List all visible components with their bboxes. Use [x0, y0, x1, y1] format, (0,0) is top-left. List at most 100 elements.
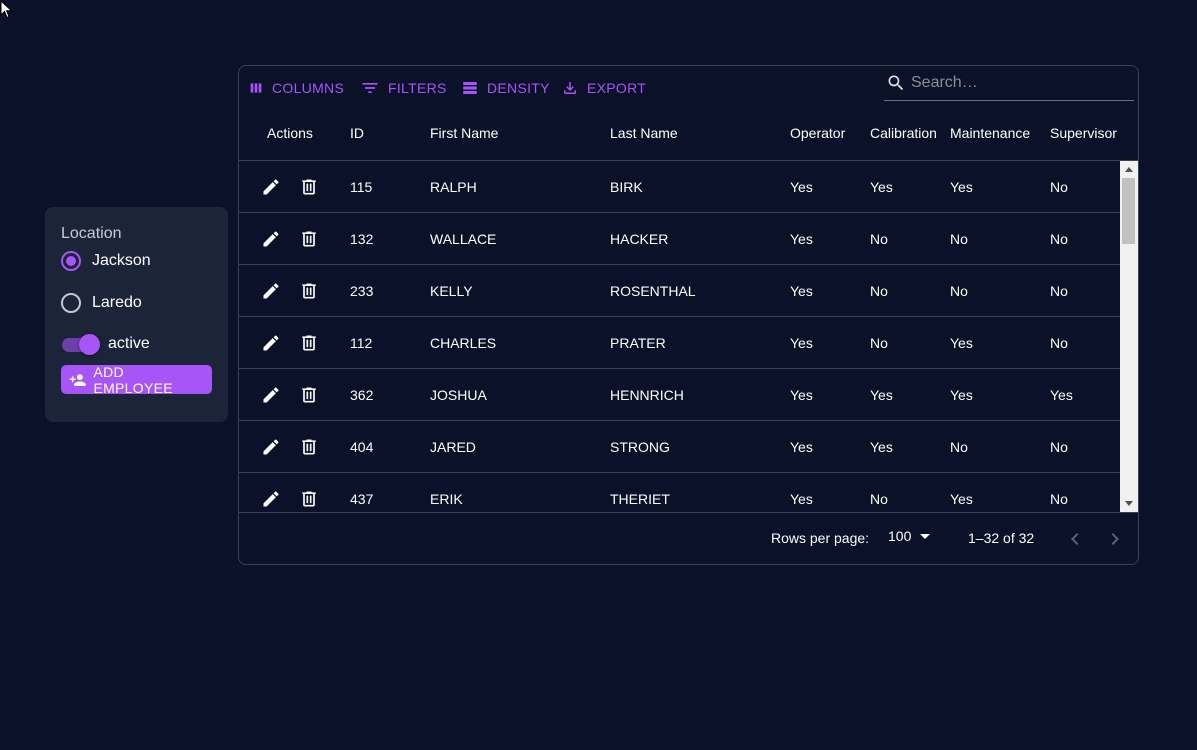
delete-icon[interactable]	[299, 333, 319, 353]
columns-icon	[250, 83, 262, 93]
edit-icon[interactable]	[261, 385, 281, 405]
cell-last-name: HACKER	[610, 231, 669, 247]
delete-icon[interactable]	[299, 385, 319, 405]
table-row[interactable]: 362 JOSHUA HENNRICH Yes Yes Yes Yes	[239, 369, 1120, 421]
edit-icon[interactable]	[261, 437, 281, 457]
table-row[interactable]: 404 JARED STRONG Yes Yes No No	[239, 421, 1120, 473]
search-field[interactable]	[884, 66, 1134, 101]
delete-icon[interactable]	[299, 229, 319, 249]
cell-maintenance: Yes	[950, 179, 973, 195]
grid-footer: Rows per page: 100 1–32 of 32	[239, 512, 1138, 564]
active-toggle-row: active	[61, 331, 212, 357]
location-radio-jackson[interactable]: Jackson	[61, 247, 212, 275]
scrollbar-thumb[interactable]	[1122, 178, 1135, 244]
cell-id: 115	[350, 179, 373, 195]
columns-button[interactable]: COLUMNS	[248, 77, 344, 99]
vertical-scrollbar[interactable]	[1120, 161, 1138, 512]
cell-operator: Yes	[790, 231, 813, 247]
toggle-thumb[interactable]	[79, 334, 100, 355]
employee-data-grid: COLUMNS FILTERS DENSITY EXPORT Search… A…	[238, 65, 1139, 565]
cell-calibration: No	[870, 283, 888, 299]
cell-last-name: BIRK	[610, 179, 643, 195]
cell-first-name: JARED	[430, 439, 476, 455]
add-employee-button[interactable]: ADD EMPLOYEE	[61, 363, 212, 396]
delete-icon[interactable]	[299, 489, 319, 509]
delete-icon[interactable]	[299, 281, 319, 301]
columns-label: COLUMNS	[272, 80, 345, 96]
cell-calibration: No	[870, 491, 888, 507]
cell-maintenance: No	[950, 439, 968, 455]
export-icon	[564, 82, 576, 94]
dropdown-caret-icon	[920, 533, 931, 539]
cell-calibration: Yes	[870, 387, 893, 403]
location-option-label: Laredo	[92, 294, 142, 311]
column-header-operator[interactable]: Operator	[790, 125, 845, 141]
radio-checked-icon[interactable]	[61, 251, 81, 271]
scroll-up-arrow-icon[interactable]	[1125, 167, 1133, 172]
filter-panel: Location Jackson Laredo active ADD EMPLO…	[45, 207, 228, 422]
cell-calibration: Yes	[870, 439, 893, 455]
export-label: EXPORT	[587, 80, 647, 96]
mouse-cursor-icon	[0, 0, 13, 19]
active-toggle[interactable]	[61, 334, 100, 355]
edit-icon[interactable]	[261, 229, 281, 249]
cell-id: 362	[350, 387, 374, 403]
column-header-first-name[interactable]: First Name	[430, 125, 498, 141]
rows-per-page-value: 100	[888, 528, 912, 544]
cell-maintenance: Yes	[950, 335, 973, 351]
cell-maintenance: Yes	[950, 491, 973, 507]
column-header-supervisor[interactable]: Supervisor	[1050, 125, 1117, 141]
cell-first-name: WALLACE	[430, 231, 497, 247]
delete-icon[interactable]	[299, 437, 319, 457]
search-input[interactable]	[911, 74, 1121, 92]
location-radio-laredo[interactable]: Laredo	[61, 289, 212, 317]
cell-id: 404	[350, 439, 374, 455]
table-row[interactable]: 233 KELLY ROSENTHAL Yes No No No	[239, 265, 1120, 317]
edit-icon[interactable]	[261, 177, 281, 197]
cell-operator: Yes	[790, 335, 813, 351]
cell-operator: Yes	[790, 439, 813, 455]
cell-operator: Yes	[790, 387, 813, 403]
column-header-id[interactable]: ID	[350, 125, 364, 141]
location-option-label: Jackson	[92, 252, 151, 269]
radio-unchecked-icon[interactable]	[61, 293, 81, 313]
cell-supervisor: No	[1050, 335, 1068, 351]
cell-last-name: STRONG	[610, 439, 670, 455]
cell-id: 132	[350, 231, 374, 247]
cell-first-name: CHARLES	[430, 335, 497, 351]
table-row[interactable]: 132 WALLACE HACKER Yes No No No	[239, 213, 1120, 265]
next-page-icon[interactable]	[1103, 527, 1127, 551]
column-header-actions[interactable]: Actions	[267, 125, 313, 141]
add-employee-label: ADD EMPLOYEE	[93, 363, 173, 396]
cell-supervisor: No	[1050, 439, 1068, 455]
search-icon	[888, 75, 904, 91]
edit-icon[interactable]	[261, 333, 281, 353]
pagination-range: 1–32 of 32	[968, 530, 1035, 546]
location-label: Location	[61, 225, 122, 242]
person-add-icon	[69, 373, 86, 386]
cell-last-name: PRATER	[610, 335, 666, 351]
filters-button[interactable]: FILTERS	[360, 77, 447, 99]
table-row[interactable]: 437 ERIK THERIET Yes No Yes No	[239, 473, 1120, 512]
rows-per-page-select[interactable]: 100	[888, 528, 931, 544]
export-button[interactable]: EXPORT	[561, 77, 646, 99]
table-row[interactable]: 112 CHARLES PRATER Yes No Yes No	[239, 317, 1120, 369]
table-row[interactable]: 115 RALPH BIRK Yes Yes Yes No	[239, 161, 1120, 213]
grid-body: 115 RALPH BIRK Yes Yes Yes No 132 WALLAC…	[239, 161, 1120, 512]
cell-first-name: KELLY	[430, 283, 473, 299]
grid-header-row: Actions ID First Name Last Name Operator…	[239, 110, 1138, 161]
column-header-last-name[interactable]: Last Name	[610, 125, 678, 141]
delete-icon[interactable]	[299, 177, 319, 197]
scroll-down-arrow-icon[interactable]	[1125, 501, 1133, 506]
cell-id: 112	[350, 335, 373, 351]
column-header-maintenance[interactable]: Maintenance	[950, 125, 1030, 141]
edit-icon[interactable]	[261, 489, 281, 509]
previous-page-icon[interactable]	[1063, 527, 1087, 551]
column-header-calibration[interactable]: Calibration	[870, 125, 937, 141]
cell-id: 233	[350, 283, 374, 299]
density-button[interactable]: DENSITY	[461, 77, 550, 99]
filters-label: FILTERS	[388, 80, 447, 96]
cell-first-name: JOSHUA	[430, 387, 487, 403]
cell-first-name: ERIK	[430, 491, 463, 507]
edit-icon[interactable]	[261, 281, 281, 301]
